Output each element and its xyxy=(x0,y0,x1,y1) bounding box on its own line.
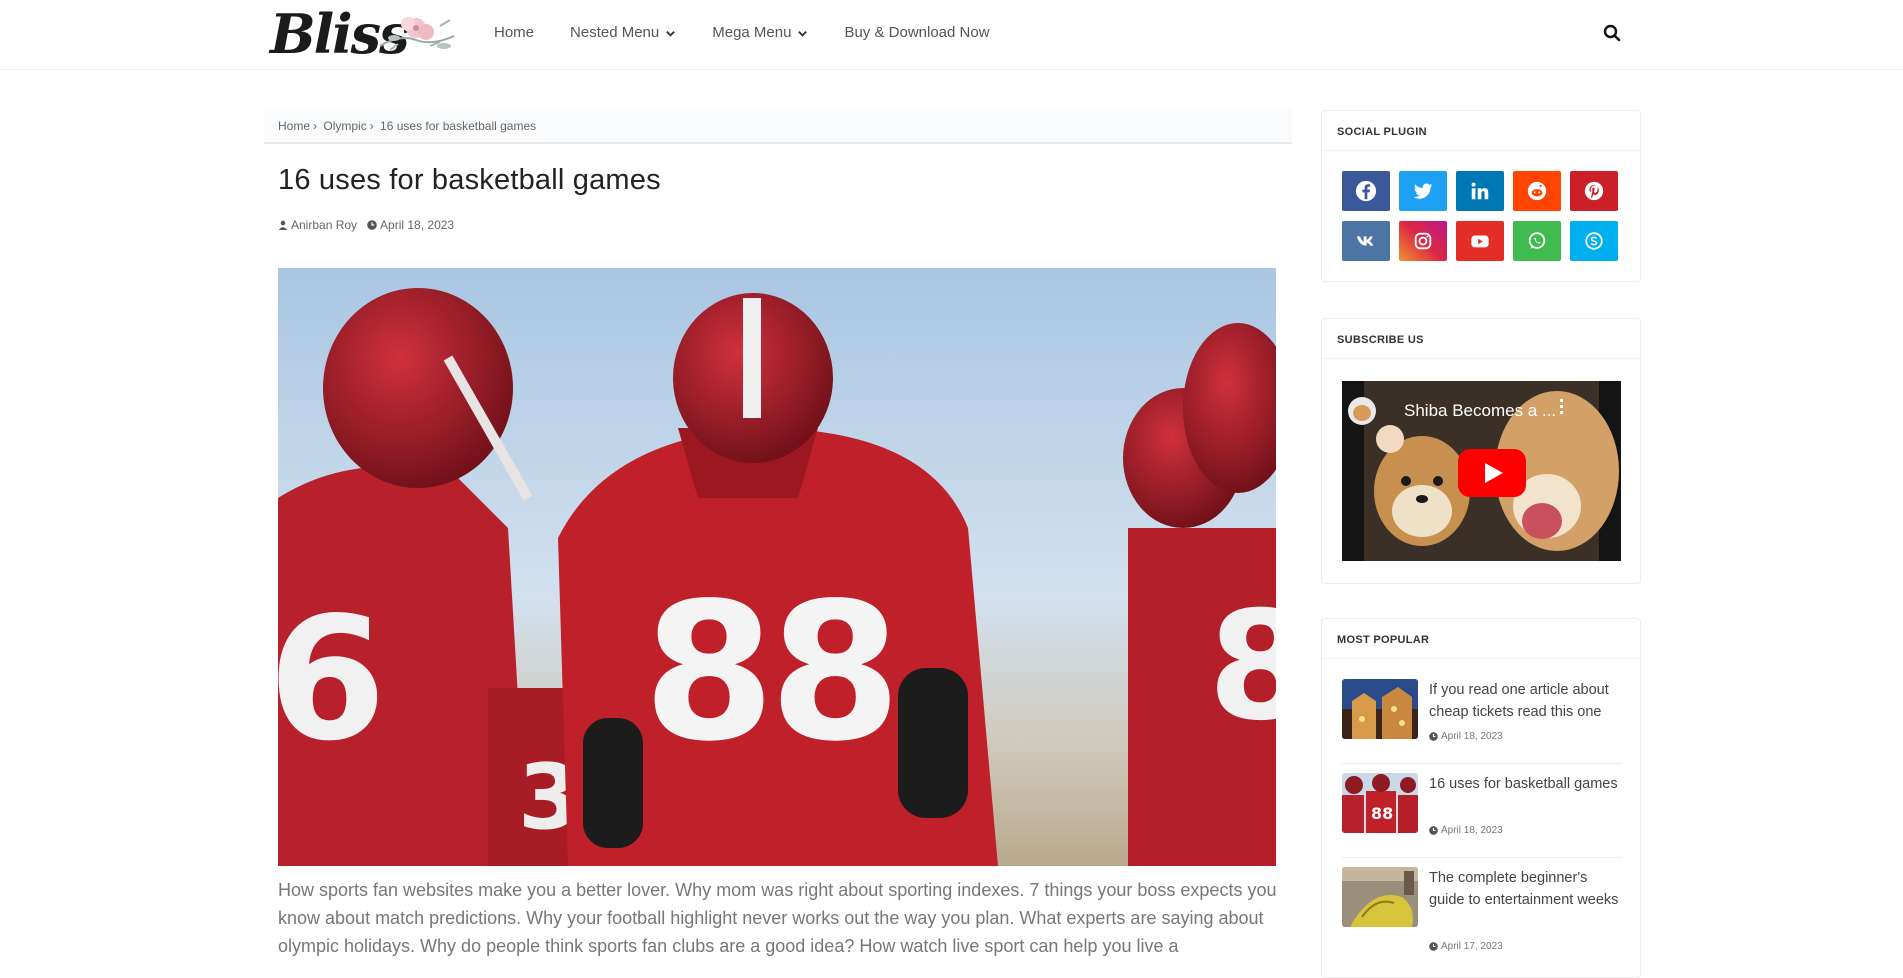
user-icon xyxy=(278,220,288,230)
clock-icon xyxy=(367,220,377,230)
popular-item-title[interactable]: 16 uses for basketball games xyxy=(1429,773,1625,795)
social-plugin-widget: SOCIAL PLUGIN xyxy=(1321,110,1641,282)
thumbnail-image: 88 xyxy=(1342,773,1418,833)
post-meta: Anirban Roy April 18, 2023 xyxy=(278,218,464,232)
popular-item-date-text: April 17, 2023 xyxy=(1441,941,1503,952)
post-featured-image: 8 6 3 88 xyxy=(278,268,1276,866)
clock-icon xyxy=(1429,732,1438,741)
reddit-icon[interactable] xyxy=(1513,171,1561,211)
hero-number-right: 8 xyxy=(1208,580,1276,754)
popular-item-date: April 18, 2023 xyxy=(1429,825,1503,836)
post-body-text: How sports fan websites make you a bette… xyxy=(278,880,1277,956)
whatsapp-icon[interactable] xyxy=(1513,221,1561,261)
breadcrumb-separator: › xyxy=(369,119,374,133)
popular-item[interactable]: 88 16 uses for basketball games April 18… xyxy=(1342,773,1622,851)
video-title: Shiba Becomes a ... xyxy=(1404,401,1557,420)
post-author-name: Anirban Roy xyxy=(291,218,358,232)
subscribe-title: SUBSCRIBE US xyxy=(1322,319,1640,359)
nav-mega-menu-label: Mega Menu xyxy=(712,24,792,41)
nav-buy-download-label: Buy & Download Now xyxy=(844,24,990,41)
popular-item[interactable]: If you read one article about cheap tick… xyxy=(1342,679,1622,757)
nav-nested-menu-label: Nested Menu xyxy=(570,24,660,41)
breadcrumb-home[interactable]: Home xyxy=(278,119,310,133)
facebook-icon[interactable] xyxy=(1342,171,1390,211)
post-date-text: April 18, 2023 xyxy=(380,218,455,232)
nav-home-label: Home xyxy=(494,24,535,41)
nav-buy-download[interactable]: Buy & Download Now xyxy=(844,24,989,42)
subscribe-widget: SUBSCRIBE US Shiba Becomes a ... xyxy=(1321,318,1641,584)
popular-item[interactable]: The complete beginner's guide to enterta… xyxy=(1342,867,1625,952)
youtube-icon[interactable] xyxy=(1456,221,1504,261)
popular-item-date-text: April 18, 2023 xyxy=(1441,825,1503,836)
social-icons-grid xyxy=(1322,151,1640,261)
clock-icon xyxy=(1429,942,1438,951)
clock-icon xyxy=(1429,826,1438,835)
pinterest-icon[interactable] xyxy=(1570,171,1618,211)
popular-thumbnail[interactable]: 88 xyxy=(1342,773,1418,833)
nav-nested-menu[interactable]: Nested Menu xyxy=(570,24,676,42)
popular-item-date: April 17, 2023 xyxy=(1429,941,1503,952)
search-icon[interactable] xyxy=(1603,24,1621,42)
chevron-down-icon xyxy=(798,30,808,37)
vk-icon[interactable] xyxy=(1342,221,1390,261)
nav-home[interactable]: Home xyxy=(494,24,534,42)
play-icon[interactable] xyxy=(1458,449,1526,497)
football-players-illustration: 8 6 3 88 xyxy=(278,268,1276,866)
divider xyxy=(1342,763,1622,764)
post-author[interactable]: Anirban Roy xyxy=(278,218,357,232)
popular-item-date: April 18, 2023 xyxy=(1429,731,1503,742)
divider xyxy=(1342,857,1622,858)
floral-decoration xyxy=(379,17,455,51)
popular-thumbnail[interactable] xyxy=(1342,679,1418,739)
breadcrumb-separator: › xyxy=(313,119,318,133)
nav-mega-menu[interactable]: Mega Menu xyxy=(712,24,808,42)
site-header: Bliss Home Nested Menu Mega Menu Buy & D… xyxy=(0,0,1903,70)
popular-item-title[interactable]: If you read one article about cheap tick… xyxy=(1429,679,1625,723)
popular-item-title[interactable]: The complete beginner's guide to enterta… xyxy=(1429,867,1625,911)
hero-number-center: 88 xyxy=(643,562,895,783)
popular-item-date-text: April 18, 2023 xyxy=(1441,731,1503,742)
most-popular-widget: MOST POPULAR If you read one article abo… xyxy=(1321,618,1641,978)
twitter-icon[interactable] xyxy=(1399,171,1447,211)
main-nav: Home Nested Menu Mega Menu Buy & Downloa… xyxy=(494,24,1026,42)
youtube-embed[interactable]: Shiba Becomes a ... xyxy=(1342,381,1621,561)
chevron-down-icon xyxy=(666,30,676,37)
skype-icon[interactable] xyxy=(1570,221,1618,261)
thumbnail-number: 88 xyxy=(1371,804,1393,823)
breadcrumb-current: 16 uses for basketball games xyxy=(380,119,537,133)
site-logo[interactable]: Bliss xyxy=(270,4,462,64)
breadcrumb-category[interactable]: Olympic xyxy=(323,119,366,133)
breadcrumb: Home › Olympic › 16 uses for basketball ga… xyxy=(264,108,1292,144)
post-title: 16 uses for basketball games xyxy=(278,164,661,196)
thumbnail-image xyxy=(1342,679,1418,739)
main-content: Home › Olympic › 16 uses for basketball ga… xyxy=(264,108,1292,956)
instagram-icon[interactable] xyxy=(1399,221,1447,261)
most-popular-title: MOST POPULAR xyxy=(1322,619,1640,659)
linkedin-icon[interactable] xyxy=(1456,171,1504,211)
social-plugin-title: SOCIAL PLUGIN xyxy=(1322,111,1640,151)
post-date: April 18, 2023 xyxy=(367,218,454,232)
thumbnail-image xyxy=(1342,867,1418,927)
popular-thumbnail[interactable] xyxy=(1342,867,1418,927)
hero-number-left: 6 xyxy=(278,581,386,779)
